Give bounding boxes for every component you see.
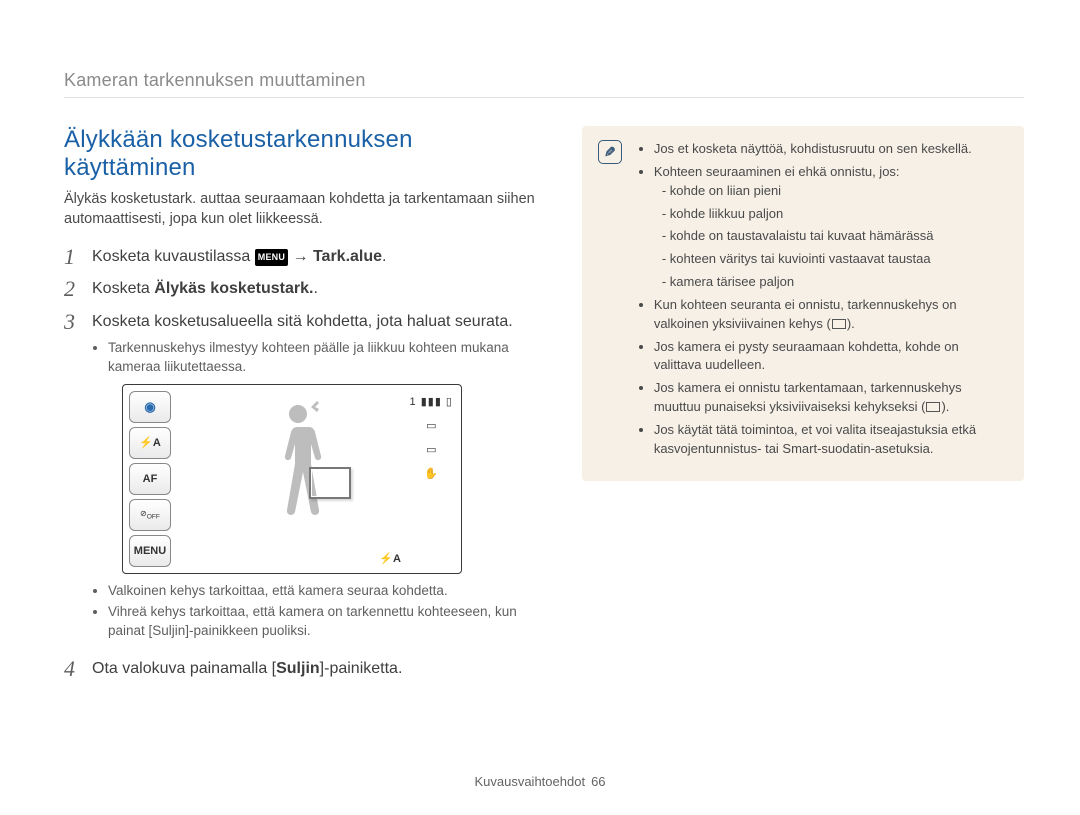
section-title: Älykkään kosketustarkennuksen käyttämine… bbox=[64, 126, 550, 182]
intro-text: Älykäs kosketustark. auttaa seuraamaan k… bbox=[64, 190, 550, 229]
page-footer: Kuvausvaihtoehdot 66 bbox=[0, 774, 1080, 789]
stabilizer-icon: ✋ bbox=[424, 467, 438, 483]
preview-left-toolbar: ◉ ⚡A AF ⊘OFF MENU bbox=[129, 391, 171, 567]
step-number: 1 bbox=[64, 245, 82, 269]
step-3-subbullets-a: Tarkennuskehys ilmestyy kohteen päälle j… bbox=[92, 339, 550, 377]
step-1: 1 Kosketa kuvaustilassa MENU → Tark.alue… bbox=[64, 245, 550, 269]
af-button: AF bbox=[129, 463, 171, 495]
step-body: Kosketa Älykäs kosketustark.. bbox=[92, 277, 550, 301]
note-item: Kohteen seuraaminen ei ehkä onnistu, jos… bbox=[654, 163, 1006, 292]
menu-button: MENU bbox=[129, 535, 171, 567]
step-3-subbullets-b: Valkoinen kehys tarkoittaa, että kamera … bbox=[92, 582, 550, 641]
note-item: Jos kamera ei onnistu tarkentamaan, tark… bbox=[654, 379, 1006, 417]
step-number: 4 bbox=[64, 657, 82, 681]
menu-chip-icon: MENU bbox=[255, 249, 288, 266]
footer-section: Kuvausvaihtoehdot bbox=[474, 774, 585, 789]
note-item: Jos käytät tätä toimintoa, et voi valita… bbox=[654, 421, 1006, 459]
focus-rectangle-icon bbox=[309, 467, 351, 499]
step-list: 1 Kosketa kuvaustilassa MENU → Tark.alue… bbox=[64, 245, 550, 681]
left-column: Älykkään kosketustarkennuksen käyttämine… bbox=[64, 126, 550, 689]
step-body: Ota valokuva painamalla [Suljin]-painike… bbox=[92, 657, 550, 681]
note-sublist: kohde on liian pieni kohde liikkuu paljo… bbox=[654, 182, 1006, 292]
camera-preview-illustration: ◉ ⚡A AF ⊘OFF MENU bbox=[122, 384, 462, 574]
shots-remaining: 1 ▮▮▮ ▯ bbox=[410, 395, 453, 411]
note-icon bbox=[598, 140, 622, 164]
note-item: Jos et kosketa näyttöä, kohdistusruutu o… bbox=[654, 140, 1006, 159]
note-item: Kun kohteen seuranta ei onnistu, tarkenn… bbox=[654, 296, 1006, 334]
step-body: Kosketa kosketusalueella sitä kohdetta, … bbox=[92, 310, 550, 650]
flash-auto-button: ⚡A bbox=[129, 427, 171, 459]
page-number: 66 bbox=[591, 774, 605, 789]
step-2: 2 Kosketa Älykäs kosketustark.. bbox=[64, 277, 550, 301]
divider bbox=[64, 97, 1024, 98]
indicator-icon: ▭ bbox=[426, 419, 436, 435]
step-body: Kosketa kuvaustilassa MENU → Tark.alue. bbox=[92, 245, 550, 269]
two-column-layout: Älykkään kosketustarkennuksen käyttämine… bbox=[64, 126, 1024, 689]
breadcrumb: Kameran tarkennuksen muuttaminen bbox=[64, 70, 1024, 91]
page-content: Kameran tarkennuksen muuttaminen Älykkää… bbox=[0, 0, 1080, 729]
red-frame-icon bbox=[926, 402, 940, 412]
note-list: Jos et kosketa näyttöä, kohdistusruutu o… bbox=[640, 140, 1006, 459]
note-box: Jos et kosketa näyttöä, kohdistusruutu o… bbox=[582, 126, 1024, 481]
preview-right-indicators: 1 ▮▮▮ ▯ ▭ ▭ ✋ bbox=[410, 395, 453, 483]
white-frame-icon bbox=[832, 319, 846, 329]
mode-p-button: ◉ bbox=[129, 391, 171, 423]
step-number: 3 bbox=[64, 310, 82, 650]
timer-off-button: ⊘OFF bbox=[129, 499, 171, 531]
step-3: 3 Kosketa kosketusalueella sitä kohdetta… bbox=[64, 310, 550, 650]
note-item: Jos kamera ei pysty seuraamaan kohdetta,… bbox=[654, 338, 1006, 376]
right-column: Jos et kosketa näyttöä, kohdistusruutu o… bbox=[582, 126, 1024, 481]
indicator-icon: ▭ bbox=[426, 443, 436, 459]
step-number: 2 bbox=[64, 277, 82, 301]
flash-indicator: ⚡A bbox=[379, 552, 401, 568]
step-4: 4 Ota valokuva painamalla [Suljin]-paini… bbox=[64, 657, 550, 681]
